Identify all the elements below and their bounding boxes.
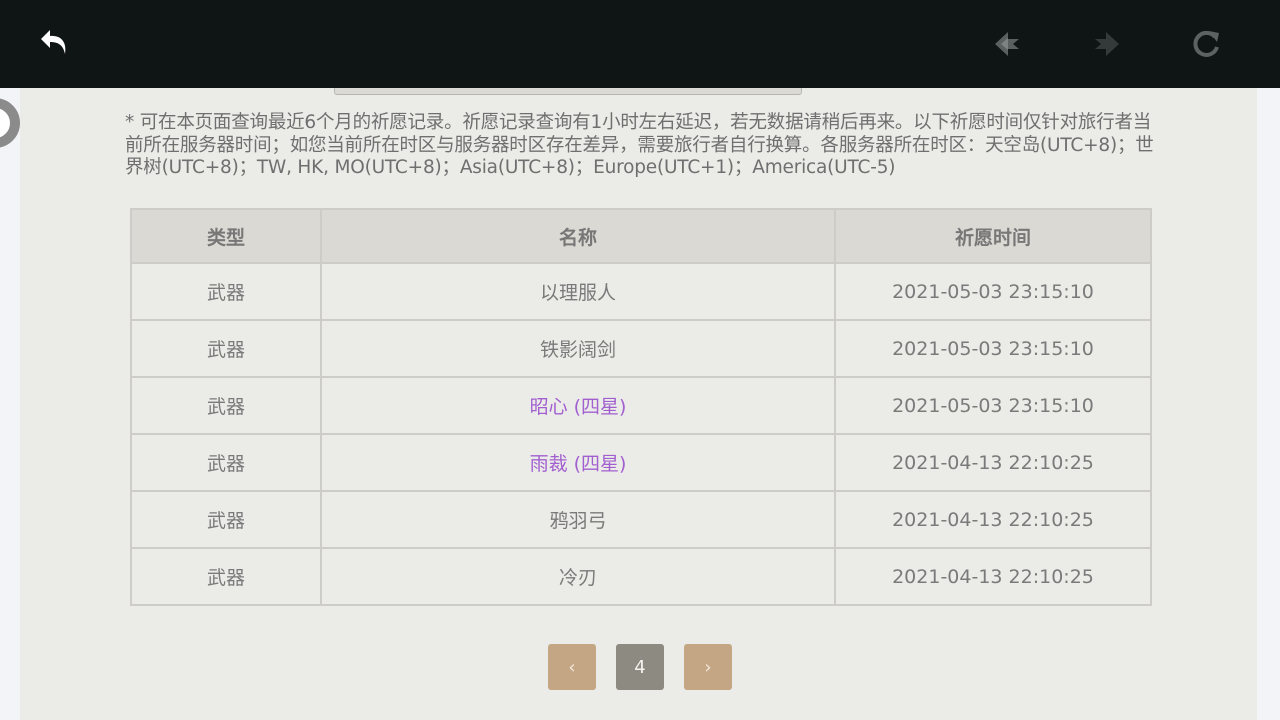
table-header-row: 类型 名称 祈愿时间 xyxy=(130,208,1152,264)
table-row: 武器 雨裁 (四星) 2021-04-13 22:10:25 xyxy=(130,433,1152,492)
pagination-current-page: 4 xyxy=(616,644,664,690)
header-type: 类型 xyxy=(130,208,322,264)
cell-type: 武器 xyxy=(130,262,322,321)
wish-records-table: 类型 名称 祈愿时间 武器 以理服人 2021-05-03 23:15:10 武… xyxy=(130,208,1152,606)
cell-time: 2021-04-13 22:10:25 xyxy=(834,547,1152,606)
notice-text: * 可在本页面查询最近6个月的祈愿记录。祈愿记录查询有1小时左右延迟，若无数据请… xyxy=(125,112,1154,178)
table-row: 武器 昭心 (四星) 2021-05-03 23:15:10 xyxy=(130,376,1152,435)
table-row: 武器 鸦羽弓 2021-04-13 22:10:25 xyxy=(130,490,1152,549)
pagination-prev-button[interactable]: ‹ xyxy=(548,644,596,690)
refresh-button[interactable] xyxy=(1184,22,1228,66)
cell-name-four-star: 昭心 (四星) xyxy=(320,376,836,435)
cell-time: 2021-05-03 23:15:10 xyxy=(834,376,1152,435)
header-name: 名称 xyxy=(320,208,836,264)
left-margin xyxy=(0,88,20,720)
pagination-next-button[interactable]: › xyxy=(684,644,732,690)
cell-name: 鸦羽弓 xyxy=(320,490,836,549)
cell-time: 2021-04-13 22:10:25 xyxy=(834,433,1152,492)
right-margin xyxy=(1257,88,1280,720)
back-button[interactable] xyxy=(33,22,77,66)
cell-type: 武器 xyxy=(130,490,322,549)
header-time: 祈愿时间 xyxy=(834,208,1152,264)
chevron-right-icon: › xyxy=(704,656,712,678)
filter-dropdown-bottom-edge xyxy=(334,88,802,95)
table-row: 武器 以理服人 2021-05-03 23:15:10 xyxy=(130,262,1152,321)
cell-name: 冷刃 xyxy=(320,547,836,606)
cell-name: 以理服人 xyxy=(320,262,836,321)
cell-time: 2021-05-03 23:15:10 xyxy=(834,262,1152,321)
cell-time: 2021-05-03 23:15:10 xyxy=(834,319,1152,378)
cell-name: 铁影阔剑 xyxy=(320,319,836,378)
cell-type: 武器 xyxy=(130,376,322,435)
prev-page-icon xyxy=(995,32,1019,56)
table-row: 武器 铁影阔剑 2021-05-03 23:15:10 xyxy=(130,319,1152,378)
next-page-icon xyxy=(1095,32,1119,56)
browser-toolbar xyxy=(0,0,1280,88)
refresh-icon xyxy=(1193,30,1219,57)
next-page-button[interactable] xyxy=(1084,22,1128,66)
table-row: 武器 冷刃 2021-04-13 22:10:25 xyxy=(130,547,1152,606)
cell-type: 武器 xyxy=(130,433,322,492)
cell-time: 2021-04-13 22:10:25 xyxy=(834,490,1152,549)
cell-name-four-star: 雨裁 (四星) xyxy=(320,433,836,492)
back-arrow-icon xyxy=(41,30,66,54)
chevron-left-icon: ‹ xyxy=(568,656,576,678)
cell-type: 武器 xyxy=(130,547,322,606)
cell-type: 武器 xyxy=(130,319,322,378)
prev-page-button[interactable] xyxy=(986,22,1030,66)
